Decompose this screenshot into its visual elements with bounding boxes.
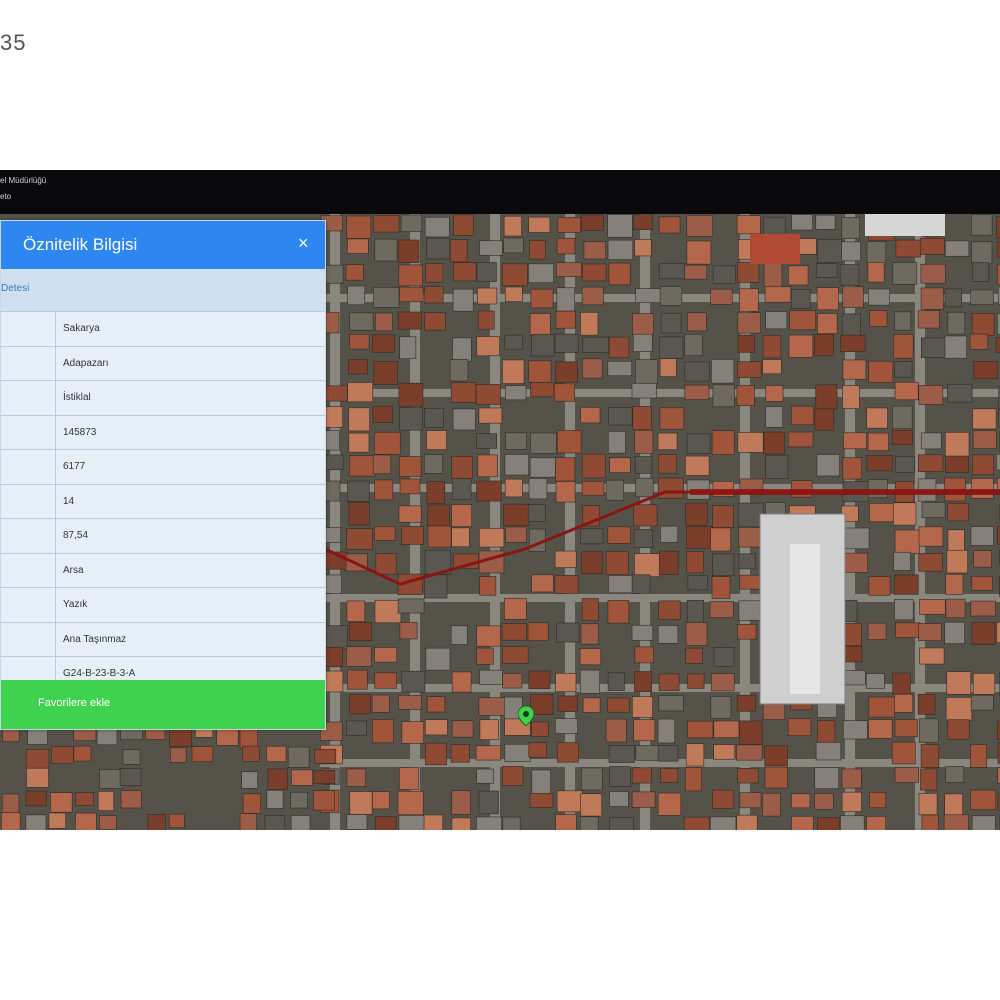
attribute-key-cell [1, 588, 56, 622]
attribute-value: İstiklal [63, 392, 91, 403]
corner-number: 35 [0, 30, 27, 55]
top-bar: el Müdürlüğü eto [0, 170, 1000, 214]
attribute-value: 145873 [63, 426, 97, 438]
attribute-key-cell [1, 553, 56, 587]
top-bar-title: el Müdürlüğü [0, 176, 47, 185]
attribute-value: 87,54 [63, 530, 89, 541]
attribute-value: 6177 [63, 461, 86, 472]
table-row: Ana Taşınmaz [1, 622, 325, 657]
attribute-value: Ana Taşınmaz [63, 633, 127, 645]
table-row: 87,54 [1, 519, 325, 554]
panel-section-header[interactable]: Detesi [1, 269, 325, 312]
table-row: 145873 [1, 415, 325, 450]
table-row: Arsa [1, 553, 325, 588]
add-to-favorites-label: Favorilere ekle [38, 697, 111, 709]
section-label: Detesi [1, 283, 30, 294]
attribute-value: 14 [63, 495, 75, 507]
table-row: 14 [1, 484, 325, 519]
location-pin-icon[interactable] [517, 705, 535, 727]
attribute-key-cell [1, 312, 56, 346]
close-icon[interactable]: × [298, 233, 309, 254]
attribute-key-cell [1, 484, 56, 518]
add-to-favorites-button[interactable]: Favorilere ekle [1, 680, 325, 729]
table-row: 6177 [1, 450, 325, 485]
table-row: İstiklal [1, 381, 325, 416]
attribute-key-cell [1, 622, 56, 656]
attribute-value: Arsa [63, 564, 84, 576]
attribute-info-panel: Öznitelik Bilgisi × Detesi Sakarya Adapaz… [0, 220, 326, 730]
attribute-key-cell [1, 346, 56, 380]
attribute-key-cell [1, 415, 56, 449]
panel-title: Öznitelik Bilgisi [23, 235, 138, 254]
attribute-key-cell [1, 519, 56, 553]
attribute-table: Sakarya Adapazarı İstiklal 145873 6177 14 87,5… [1, 312, 325, 692]
attribute-value: Adapazarı [63, 357, 109, 369]
top-bar-subtitle: eto [0, 192, 12, 201]
attribute-value: Yazık [63, 599, 88, 610]
table-row: Adapazarı [1, 346, 325, 381]
attribute-value: Sakarya [63, 323, 100, 334]
app-screen: el Müdürlüğü eto Öznitelik Bilgisi × Det… [0, 170, 1000, 830]
table-row: Yazık [1, 588, 325, 623]
panel-header: Öznitelik Bilgisi × [1, 221, 325, 269]
attribute-key-cell [1, 381, 56, 415]
attribute-key-cell [1, 450, 56, 484]
attribute-value: G24-B-23-B-3-A [63, 668, 136, 679]
table-row: Sakarya [1, 312, 325, 347]
